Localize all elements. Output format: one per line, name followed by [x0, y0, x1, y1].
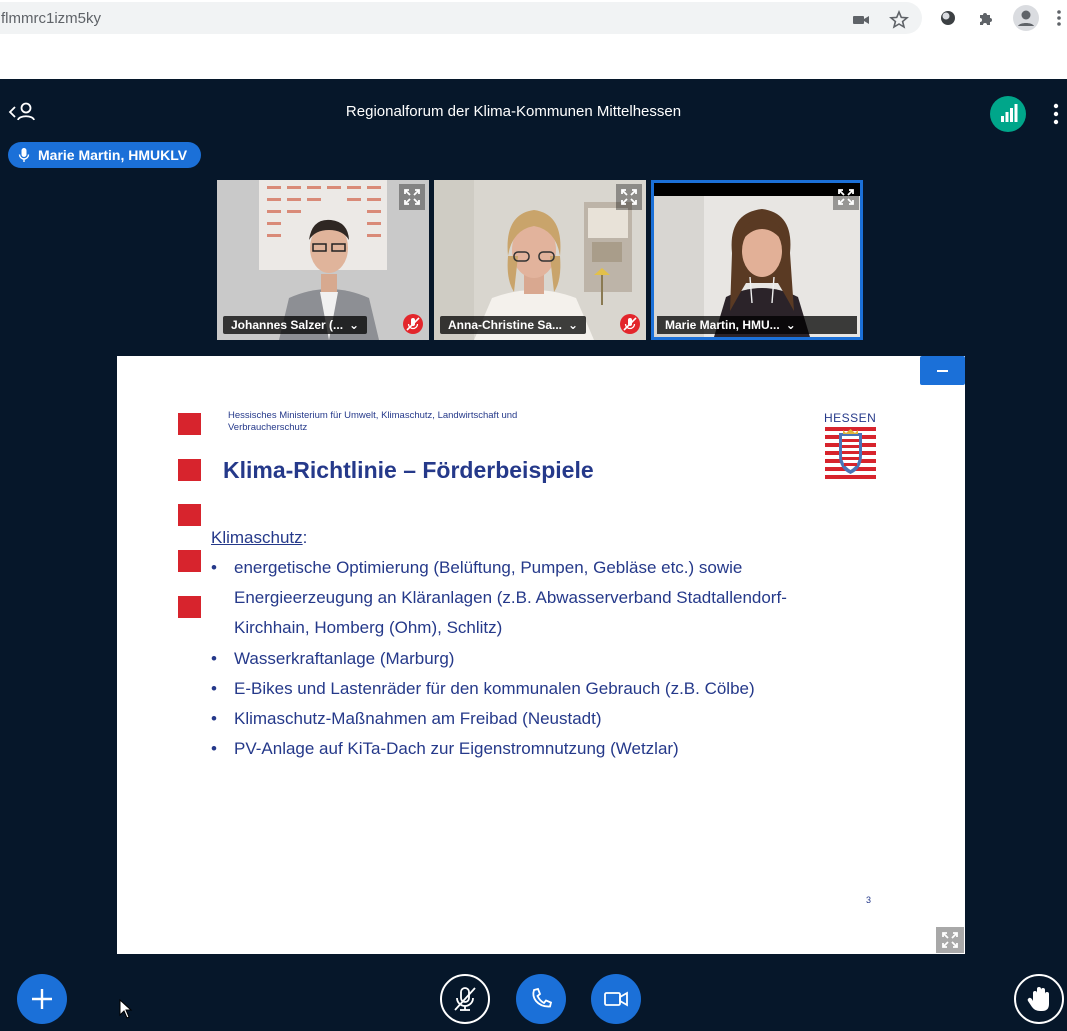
audio-phone-button[interactable]	[516, 974, 566, 1024]
bullet-text: PV-Anlage auf KiTa-Dach zur Eigenstromnu…	[234, 739, 679, 759]
signal-bars-icon	[1001, 104, 1018, 122]
expand-icon	[404, 189, 420, 205]
bullet-dot: •	[211, 739, 217, 759]
fullscreen-button[interactable]	[833, 184, 859, 210]
plus-icon	[32, 989, 52, 1009]
participant-name: Anna-Christine Sa...	[448, 318, 563, 332]
camera-icon[interactable]	[851, 10, 871, 30]
muted-mic-icon	[620, 314, 640, 334]
bullet-item: • PV-Anlage auf KiTa-Dach zur Eigenstrom…	[211, 734, 911, 764]
phone-icon	[532, 987, 553, 1008]
bullet-dot: •	[211, 709, 217, 729]
connection-status-button[interactable]	[990, 96, 1026, 132]
bullet-item: • Wasserkraftanlage (Marburg)	[211, 644, 911, 674]
options-menu-icon[interactable]	[1048, 101, 1064, 127]
actions-plus-button[interactable]	[17, 974, 67, 1024]
muted-mic-icon	[403, 314, 423, 334]
bullet-item: • Klimaschutz-Maßnahmen am Freibad (Neus…	[211, 704, 911, 734]
presentation-slide: Hessisches Ministerium für Umwelt, Klima…	[117, 356, 965, 954]
talking-indicator[interactable]: Marie Martin, HMUKLV	[8, 142, 202, 168]
hessen-coat-of-arms-icon	[825, 427, 876, 479]
star-icon[interactable]	[889, 10, 909, 30]
meeting-app: Regionalforum der Klima-Kommunen Mittelh…	[0, 79, 1067, 1031]
video-tile-johannes[interactable]: Johannes Salzer (... ⌄	[217, 180, 429, 340]
chevron-down-icon: ⌄	[568, 318, 579, 332]
fullscreen-presentation-button[interactable]	[936, 927, 964, 953]
chevron-down-icon: ⌄	[349, 318, 360, 332]
video-tile-marie[interactable]: Marie Martin, HMU... ⌄	[651, 180, 863, 340]
section-heading-colon: :	[302, 528, 308, 547]
bullet-dot: •	[211, 678, 217, 698]
bullet-list: • energetische Optimierung (Belüftung, P…	[211, 553, 911, 764]
slide-red-square	[178, 413, 201, 435]
bullet-item: • E-Bikes und Lastenräder für den kommun…	[211, 674, 911, 704]
meeting-title: Regionalforum der Klima-Kommunen Mittelh…	[345, 103, 682, 120]
browser-toolbar: flmmrc1izm5ky	[0, 0, 1067, 36]
slide-title: Klima-Richtlinie – Förderbeispiele	[223, 457, 594, 483]
slide-red-square	[178, 459, 201, 481]
bullet-text: Kirchhain, Homberg (Ohm), Schlitz)	[234, 618, 503, 638]
video-name-label[interactable]: Anna-Christine Sa... ⌄	[440, 316, 587, 334]
expand-icon	[621, 189, 637, 205]
address-bar-text[interactable]: flmmrc1izm5ky	[1, 10, 101, 27]
video-camera-icon	[604, 991, 628, 1007]
section-heading: Klimaschutz:	[211, 528, 307, 548]
slide-red-square	[178, 596, 201, 618]
kebab-menu-icon[interactable]	[1054, 8, 1064, 28]
chevron-down-icon: ⌄	[785, 318, 796, 332]
minimize-presentation-button[interactable]	[920, 356, 965, 385]
participant-name: Marie Martin, HMU...	[665, 318, 780, 332]
webcam-button[interactable]	[591, 974, 641, 1024]
muted-microphone-icon	[454, 987, 476, 1011]
bullet-item: • energetische Optimierung (Belüftung, P…	[211, 553, 911, 644]
microphone-icon	[18, 148, 30, 162]
video-tile-anna-christine[interactable]: Anna-Christine Sa... ⌄	[434, 180, 646, 340]
slide-page-number: 3	[866, 895, 872, 905]
browser-bookmark-strip	[0, 36, 1067, 79]
participant-name: Johannes Salzer (...	[231, 318, 344, 332]
video-feed	[654, 183, 860, 337]
puzzle-icon[interactable]	[976, 8, 996, 28]
video-name-label[interactable]: Johannes Salzer (... ⌄	[223, 316, 368, 334]
expand-icon	[838, 189, 854, 205]
raise-hand-button[interactable]	[1014, 974, 1064, 1024]
bullet-text: energetische Optimierung (Belüftung, Pum…	[234, 558, 743, 577]
bullet-dot: •	[211, 558, 217, 577]
slide-red-square	[178, 550, 201, 572]
fullscreen-button[interactable]	[616, 184, 642, 210]
unmute-button[interactable]	[440, 974, 490, 1024]
fullscreen-button[interactable]	[399, 184, 425, 210]
expand-icon	[942, 932, 958, 948]
bullet-text: Klimaschutz-Maßnahmen am Freibad (Neusta…	[234, 709, 602, 729]
extension-circle-icon[interactable]	[938, 8, 958, 28]
section-heading-text: Klimaschutz	[211, 528, 303, 547]
hessen-label: HESSEN	[824, 411, 877, 425]
mouse-cursor-icon	[119, 999, 133, 1019]
bullet-dot: •	[211, 648, 217, 668]
bullet-text: Wasserkraftanlage (Marburg)	[234, 648, 455, 668]
profile-icon[interactable]	[1013, 5, 1039, 31]
talker-name: Marie Martin, HMUKLV	[38, 147, 188, 163]
ministry-name: Hessisches Ministerium für Umwelt, Klima…	[228, 410, 518, 433]
bullet-text: E-Bikes und Lastenräder für den kommunal…	[234, 678, 755, 698]
video-name-label[interactable]: Marie Martin, HMU... ⌄	[657, 316, 857, 334]
slide-red-square	[178, 504, 201, 526]
hand-icon	[1027, 987, 1049, 1011]
bullet-text: Energieerzeugung an Kläranlagen (z.B. Ab…	[234, 588, 787, 608]
address-bar[interactable]: flmmrc1izm5ky	[0, 2, 922, 34]
